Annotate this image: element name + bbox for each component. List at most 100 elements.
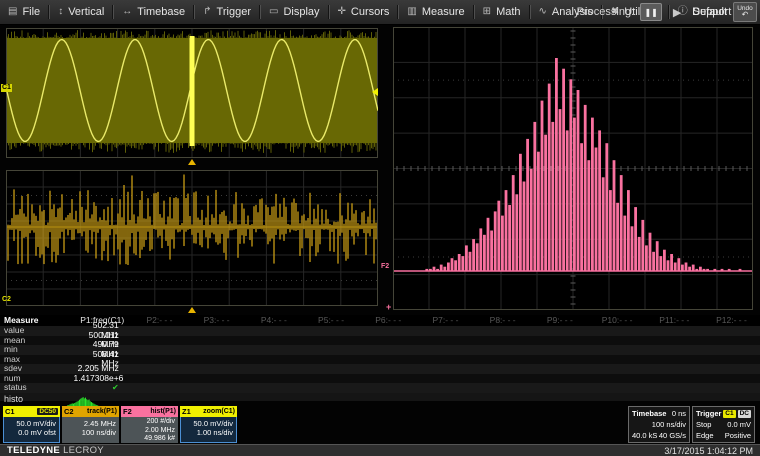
coupling-badge: DC50 <box>37 408 58 415</box>
c2-trace-tag[interactable]: C2 <box>2 296 11 304</box>
pause-button[interactable]: ❚❚ <box>640 3 662 21</box>
menu-bar: ▤File↕Vertical↔Timebase↱Trigger▭Display✛… <box>0 0 760 25</box>
descriptor-line: 0.0 mV ofst <box>4 428 56 437</box>
undo-button[interactable]: Undo ↶ <box>733 2 757 22</box>
measure-row-status: status✔ <box>0 383 760 393</box>
histogram-origin-marker: + <box>386 303 391 312</box>
histo-label: histo <box>4 394 23 404</box>
trigger-source-badge: C1 <box>723 410 735 418</box>
descriptor-f2[interactable]: F2 hist(P1) 200 #/div2.00 MHz49.986 k# <box>121 406 178 443</box>
brand-logo: TELEDYNELECROY <box>7 445 104 456</box>
menu-item-label: Measure <box>422 6 465 18</box>
menu-item-display[interactable]: ▭Display <box>261 0 328 24</box>
pause-icon: ❚❚ <box>644 8 657 17</box>
descriptor-header: C2track(P1) <box>62 406 119 417</box>
menu-right-cluster: Processing: ❚❚ ▶ Default Undo ↶ <box>577 0 757 24</box>
timebase-title: Timebase <box>632 408 666 419</box>
descriptor-line: 50.0 mV/div <box>4 419 56 428</box>
descriptor-body: 50.0 mV/div0.0 mV ofst <box>3 417 60 443</box>
descriptor-line: 200 #/div <box>121 418 175 427</box>
measure-column-header[interactable]: P8:- - - <box>474 315 531 326</box>
measure-table[interactable]: MeasureP1:freq(C1)P2:- - -P3:- - -P4:- -… <box>0 315 760 401</box>
menu-item-math[interactable]: ⊞Math <box>475 0 529 24</box>
menu-item-label: Timebase <box>137 6 185 18</box>
timebase-scale: 100 ns/div <box>652 419 686 430</box>
descriptor-header: C1 DC50 <box>3 406 60 417</box>
trigger-slope: Positive <box>725 430 751 441</box>
descriptor-line: 2.00 MHz <box>121 427 175 436</box>
measure-column-header[interactable]: P10:- - - <box>588 315 645 326</box>
trigger-mode: Stop <box>696 419 711 430</box>
analysis-icon: ∿ <box>539 7 547 17</box>
status-check-icon: ✔ <box>74 383 131 393</box>
descriptor-line: 50.0 mV/div <box>181 419 233 428</box>
descriptor-body: 200 #/div2.00 MHz49.986 k# <box>121 417 178 443</box>
menu-item-timebase[interactable]: ↔ Timebase <box>114 0 193 24</box>
measure-column-header[interactable]: P9:- - - <box>531 315 588 326</box>
trigger-icon: ↱ <box>203 7 211 17</box>
descriptor-header: Z1zoom(C1) <box>180 406 237 417</box>
menu-item-label: Display <box>283 6 319 18</box>
descriptor-id: C1 <box>5 407 15 416</box>
measure-column-header[interactable]: P4:- - - <box>245 315 302 326</box>
measure-column-header[interactable]: P2:- - - <box>131 315 188 326</box>
descriptor-c1[interactable]: C1 DC50 50.0 mV/div0.0 mV ofst <box>3 406 60 443</box>
descriptor-c2[interactable]: C2track(P1)2.45 MHz100 ns/div <box>62 406 119 443</box>
oscilloscope-app: ▤File↕Vertical↔Timebase↱Trigger▭Display✛… <box>0 0 760 456</box>
measure-column-header[interactable]: P11:- - - <box>646 315 703 326</box>
c2-track-waveform-grid[interactable] <box>6 170 378 306</box>
descriptor-title: hist(P1) <box>150 408 176 415</box>
menu-item-vertical[interactable]: ↕ Vertical <box>50 0 112 24</box>
descriptor-body: 2.45 MHz100 ns/div <box>62 417 119 443</box>
menu-item-label: Trigger <box>217 6 251 18</box>
play-icon: ▶ <box>673 6 681 19</box>
measure-column-header[interactable]: P7:- - - <box>417 315 474 326</box>
brand-rest: LECROY <box>63 445 104 456</box>
measure-column-header[interactable]: P6:- - - <box>360 315 417 326</box>
menu-item-measure[interactable]: ▥ Measure <box>399 0 472 24</box>
c1-trace-tag[interactable]: C1 <box>1 84 12 92</box>
trigger-title: Trigger <box>696 408 721 419</box>
cursors-icon: ✛ <box>338 7 346 17</box>
trigger-coupling-badge: DC <box>738 410 751 418</box>
measure-value-cell: 1.417308e+6 <box>74 374 132 384</box>
menu-item-file[interactable]: ▤File <box>0 0 48 24</box>
timebase-samples: 40.0 kS <box>632 430 657 441</box>
menu-item-label: Cursors <box>351 6 390 18</box>
z1-zoom-waveform-grid[interactable] <box>6 28 378 158</box>
descriptor-line: 49.986 k# <box>121 435 175 444</box>
timebase-delay: 0 ns <box>672 408 686 419</box>
descriptor-id: C2 <box>64 407 74 416</box>
f2-histogram-grid[interactable] <box>393 27 753 310</box>
default-setup-label[interactable]: Default <box>692 6 727 18</box>
menu-item-trigger[interactable]: ↱ Trigger <box>195 0 259 24</box>
timebase-box[interactable]: Timebase 0 ns 100 ns/div 40.0 kS 40 GS/s <box>628 406 690 443</box>
play-button[interactable]: ▶ <box>668 3 686 21</box>
descriptor-header: F2 hist(P1) <box>121 406 178 417</box>
descriptor-line: 2.45 MHz <box>62 419 116 428</box>
histo-thumbnail[interactable] <box>55 393 115 407</box>
trigger-type: Edge <box>696 430 714 441</box>
menu-item-label: Vertical <box>68 6 104 18</box>
processing-label: Processing: <box>577 6 634 18</box>
trigger-box[interactable]: Trigger C1 DC Stop 0.0 mV Edge Positive <box>692 406 755 443</box>
measure-column-header[interactable]: P5:- - - <box>302 315 359 326</box>
trigger-level: 0.0 mV <box>727 419 751 430</box>
measure-row-label: status <box>0 383 74 393</box>
descriptor-id: F2 <box>123 407 132 416</box>
measure-column-header[interactable]: P3:- - - <box>188 315 245 326</box>
trigger-level-marker[interactable] <box>372 88 378 96</box>
vertical-icon: ↕ <box>58 7 63 17</box>
measure-icon: ▥ <box>407 7 416 17</box>
menu-item-cursors[interactable]: ✛ Cursors <box>330 0 398 24</box>
timebase-icon: ↔ <box>122 7 132 17</box>
measure-column-header[interactable]: P12:- - - <box>703 315 760 326</box>
descriptor-line: 100 ns/div <box>62 428 116 437</box>
footer-bar: TELEDYNELECROY 3/17/2015 1:04:12 PM <box>0 444 760 456</box>
descriptor-z1[interactable]: Z1zoom(C1)50.0 mV/div1.00 ns/div <box>180 406 237 443</box>
trigger-time-marker-top[interactable] <box>188 159 196 165</box>
brand-bold: TELEDYNE <box>7 445 60 456</box>
f2-trace-tag[interactable]: F2 <box>381 263 389 271</box>
datetime-label: 3/17/2015 1:04:12 PM <box>664 446 753 456</box>
trigger-time-marker-mid[interactable] <box>188 307 196 313</box>
